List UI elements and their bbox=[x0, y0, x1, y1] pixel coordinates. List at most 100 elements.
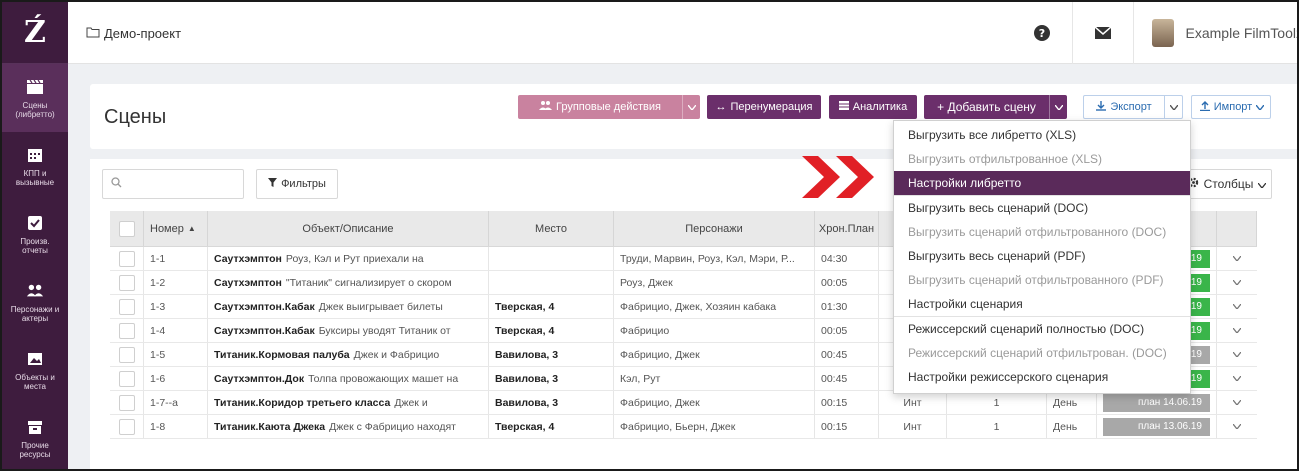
sidebar-item-scenes[interactable]: Сцены (либретто) bbox=[2, 64, 68, 132]
row-checkbox[interactable] bbox=[118, 250, 135, 267]
scene-characters: Фабрицио bbox=[614, 319, 815, 342]
scene-object[interactable]: Саутхэмптон.Док Толпа провожающих машет н… bbox=[208, 367, 489, 390]
row-checkbox[interactable] bbox=[118, 322, 135, 339]
object-name: Саутхэмптон bbox=[214, 252, 282, 265]
row-expand-button[interactable] bbox=[1217, 295, 1257, 318]
row-checkbox[interactable] bbox=[118, 274, 135, 291]
select-all-checkbox[interactable] bbox=[118, 220, 135, 237]
column-header-time[interactable]: Хрон.План bbox=[815, 211, 879, 246]
scene-object[interactable]: Титаник.Коридор третьего класса Джек и bbox=[208, 391, 489, 414]
scene-number: 1-6 bbox=[144, 367, 208, 390]
export-menu-item[interactable]: Выгрузить все либретто (XLS) bbox=[894, 123, 1190, 147]
group-icon bbox=[539, 100, 553, 114]
export-menu-item[interactable]: Настройки режиссерского сценария bbox=[894, 365, 1190, 389]
scene-place: Вавилова, 3 bbox=[489, 343, 614, 366]
search-input[interactable] bbox=[102, 169, 244, 199]
place-name: Тверская, 4 bbox=[495, 300, 555, 313]
scene-object[interactable]: Саутхэмптон Роуз, Кэл и Рут приехали на bbox=[208, 247, 489, 270]
funnel-icon bbox=[268, 178, 278, 190]
export-menu-item[interactable]: Режиссерский сценарий полностью (DOC) bbox=[894, 317, 1190, 341]
people-icon bbox=[26, 282, 44, 300]
scene-object[interactable]: Саутхэмптон.Кабак Буксиры уводят Титаник … bbox=[208, 319, 489, 342]
export-menu-item[interactable]: Выгрузить весь сценарий (DOC) bbox=[894, 196, 1190, 220]
row-expand-button[interactable] bbox=[1217, 271, 1257, 294]
user-name[interactable]: Example FilmToolz bbox=[1186, 25, 1297, 41]
row-select-cell bbox=[110, 247, 144, 270]
row-expand-button[interactable] bbox=[1217, 391, 1257, 414]
scene-object[interactable]: Титаник.Кормовая палуба Джек и Фабрицио bbox=[208, 343, 489, 366]
sidebar-item-kpp[interactable]: КПП и вызывные bbox=[2, 132, 68, 200]
scene-description: Буксиры уводят Титаник от bbox=[318, 324, 451, 337]
renumber-button[interactable]: ↔ Перенумерация bbox=[707, 95, 821, 119]
place-name: Вавилова, 3 bbox=[495, 396, 559, 409]
avatar[interactable] bbox=[1151, 19, 1174, 47]
scene-characters: Фабрицио, Джек, Хозяин кабака bbox=[614, 295, 815, 318]
scene-characters: Роуз, Джек bbox=[614, 271, 815, 294]
scene-object[interactable]: Саутхэмптон.Кабак Джек выигрывает билеты bbox=[208, 295, 489, 318]
sidebar-item-resources[interactable]: Прочие ресурсы bbox=[2, 404, 68, 469]
row-checkbox[interactable] bbox=[118, 346, 135, 363]
help-button[interactable]: ? bbox=[1012, 2, 1072, 64]
scene-characters: Фабрицио, Бьерн, Джек bbox=[614, 415, 815, 438]
import-button[interactable]: Импорт bbox=[1191, 95, 1271, 119]
sidebar-item-characters[interactable]: Персонажи и актеры bbox=[2, 268, 68, 336]
breadcrumb-project[interactable]: Демо-проект bbox=[104, 26, 181, 41]
download-icon bbox=[1096, 100, 1107, 114]
export-menu-item: Выгрузить отфильтрованное (XLS) bbox=[908, 152, 1102, 166]
row-expand-button[interactable] bbox=[1217, 367, 1257, 390]
chevron-down-icon bbox=[1255, 101, 1265, 113]
sidebar-item-label: Произв. отчеты bbox=[20, 236, 50, 255]
app-logo[interactable]: Ź bbox=[2, 2, 68, 64]
column-header-object[interactable]: Объект/Описание bbox=[208, 211, 489, 246]
analytics-button[interactable]: Аналитика bbox=[829, 95, 917, 119]
scene-place: Вавилова, 3 bbox=[489, 367, 614, 390]
table-row[interactable]: 1-7--а Титаник.Коридор третьего класса Дже… bbox=[110, 391, 1257, 415]
chevron-down-icon bbox=[1257, 177, 1267, 191]
chevron-down-icon[interactable] bbox=[1164, 96, 1182, 118]
scene-object[interactable]: Титаник.Каюта Джека Джек с Фабрицио наход… bbox=[208, 415, 489, 438]
row-checkbox[interactable] bbox=[118, 394, 135, 411]
export-menu-item[interactable]: Выгрузить весь сценарий (PDF) bbox=[894, 244, 1190, 268]
row-checkbox[interactable] bbox=[118, 370, 135, 387]
image-icon bbox=[26, 350, 44, 368]
scene-characters: Труди, Марвин, Роуз, Кэл, Мэри, Р... bbox=[614, 247, 815, 270]
object-name: Титаник.Каюта Джека bbox=[214, 420, 326, 433]
row-expand-button[interactable] bbox=[1217, 415, 1257, 438]
scene-place: Тверская, 4 bbox=[489, 415, 614, 438]
row-expand-button[interactable] bbox=[1217, 319, 1257, 342]
chevron-down-icon[interactable] bbox=[682, 95, 700, 119]
select-all-cell bbox=[110, 211, 144, 246]
export-menu: Выгрузить все либретто (XLS) Выгрузить от… bbox=[893, 120, 1191, 394]
add-scene-button[interactable]: + Добавить сцену bbox=[924, 95, 1067, 119]
row-select-cell bbox=[110, 343, 144, 366]
filters-button[interactable]: Фильтры bbox=[256, 169, 338, 199]
column-header-place[interactable]: Место bbox=[489, 211, 614, 246]
column-header-characters[interactable]: Персонажи bbox=[614, 211, 815, 246]
scene-place: Вавилова, 3 bbox=[489, 391, 614, 414]
columns-button[interactable]: Столбцы bbox=[1182, 169, 1272, 199]
row-checkbox[interactable] bbox=[118, 298, 135, 315]
sidebar-item-reports[interactable]: Произв. отчеты bbox=[2, 200, 68, 268]
export-menu-item[interactable]: Настройки сценария bbox=[894, 292, 1190, 316]
row-checkbox[interactable] bbox=[118, 418, 135, 435]
column-header-number[interactable]: Номер ▲ bbox=[144, 211, 208, 246]
sidebar-item-objects[interactable]: Объекты и места bbox=[2, 336, 68, 404]
breadcrumb[interactable]: Демо-проект bbox=[86, 26, 181, 41]
table-row[interactable]: 1-8 Титаник.Каюта Джека Джек с Фабрицио на… bbox=[110, 415, 1257, 439]
scene-number: 1-4 bbox=[144, 319, 208, 342]
chevron-down-icon[interactable] bbox=[1049, 95, 1067, 119]
scene-description: Джек с Фабрицио находят bbox=[329, 420, 456, 433]
messages-button[interactable] bbox=[1073, 2, 1133, 64]
scene-object[interactable]: Саутхэмптон "Титаник" сигнализирует о ско… bbox=[208, 271, 489, 294]
scene-place bbox=[489, 271, 614, 294]
scene-number: 1-1 bbox=[144, 247, 208, 270]
row-expand-button[interactable] bbox=[1217, 343, 1257, 366]
object-name: Саутхэмптон.Кабак bbox=[214, 324, 315, 337]
export-button[interactable]: Экспорт bbox=[1083, 95, 1183, 119]
scene-status-cell: план 14.06.19 bbox=[1097, 391, 1217, 414]
group-actions-button[interactable]: Групповые действия bbox=[518, 95, 700, 119]
export-menu-item[interactable]: Настройки либретто bbox=[894, 171, 1190, 195]
import-label: Импорт bbox=[1213, 101, 1253, 113]
scene-time: 00:45 bbox=[815, 367, 879, 390]
row-expand-button[interactable] bbox=[1217, 247, 1257, 270]
